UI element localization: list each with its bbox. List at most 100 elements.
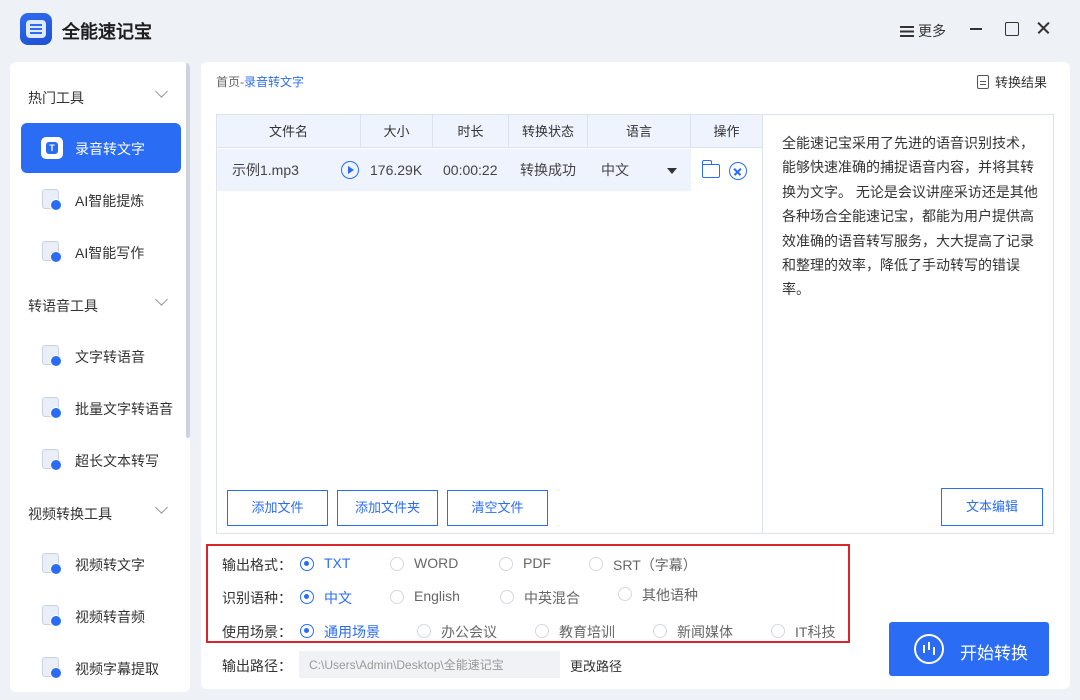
radio-label: 办公会议 [441,624,497,640]
ai-writing-icon [41,241,63,263]
video-text-icon [41,553,63,575]
radio-label: SRT（字幕） [613,557,697,573]
section-hot-tools[interactable]: 热门工具 [10,81,182,111]
radio-label: TXT [324,555,351,571]
more-label: 更多 [918,23,946,39]
chevron-down-icon [155,85,168,98]
sidebar-item-video-to-audio[interactable]: 视频转音频 [21,591,181,641]
sidebar-item-label: 超长文本转写 [75,453,159,469]
radio-label: 中文 [324,590,352,606]
sidebar-item-ai-extract[interactable]: AI智能提炼 [21,175,181,225]
sidebar-item-label: 视频转文字 [75,557,145,573]
description-text: 全能速记宝采用了先进的语音识别技术，能够快速准确的捕捉语音内容，并将其转换为文字… [782,135,1038,298]
table-header: 文件名 大小 时长 转换状态 语言 操作 [217,115,762,148]
change-path-link[interactable]: 更改路径 [570,656,622,675]
breadcrumb-current: 录音转文字 [244,75,305,89]
breadcrumb: 首页-录音转文字 [216,73,304,90]
sidebar-scrollbar[interactable] [186,62,190,438]
scene-label: 使用场景： [222,624,292,640]
radio-label: English [414,588,460,604]
menu-icon [900,25,914,37]
radio-label: 其他语种 [642,587,698,603]
chevron-down-icon [155,501,168,514]
document-icon [977,74,989,89]
sidebar-item-label: 批量文字转语音 [75,401,173,417]
app-logo-icon [20,13,52,45]
scene-row: 使用场景： 通用场景 办公会议 教育培训 新闻媒体 IT科技 [208,618,848,642]
sidebar-item-text-to-speech[interactable]: 文字转语音 [21,331,181,381]
output-format-row: 输出格式： TXT WORD PDF SRT（字幕） [208,551,848,575]
file-status: 转换成功 [520,162,576,178]
column-header-actions: 操作 [713,124,740,139]
sidebar-item-video-to-text[interactable]: 视频转文字 [21,539,181,589]
sidebar-item-audio-to-text[interactable]: 录音转文字 [21,123,181,173]
sidebar-item-batch-tts[interactable]: 批量文字转语音 [21,383,181,433]
file-list: 文件名 大小 时长 转换状态 语言 操作 示例1.mp3 176.29K 00:… [216,114,763,534]
text-edit-button[interactable]: 文本编辑 [941,488,1043,526]
sidebar-item-label: 录音转文字 [75,141,145,157]
file-size: 176.29K [370,162,423,178]
more-button[interactable]: 更多 [900,21,946,41]
file-duration: 00:00:22 [443,162,498,178]
conversion-result-link[interactable]: 转换结果 [977,72,1047,91]
column-header-duration: 时长 [433,115,509,148]
subtitle-extract-icon [41,657,63,679]
radio-label: WORD [414,555,459,571]
section-title: 视频转换工具 [28,506,112,522]
sidebar-item-label: 视频字幕提取 [75,661,159,677]
section-title: 热门工具 [28,90,84,106]
sidebar-item-ai-writing[interactable]: AI智能写作 [21,227,181,277]
description-panel: 全能速记宝采用了先进的语音识别技术，能够快速准确的捕捉语音内容，并将其转换为文字… [762,114,1054,534]
close-button[interactable] [1035,20,1051,36]
sidebar-item-label: 视频转音频 [75,609,145,625]
start-label: 开始转换 [960,644,1028,663]
delete-icon[interactable] [729,162,747,180]
title-bar: 全能速记宝 更多 [0,0,1080,60]
dropdown-arrow-icon[interactable] [667,168,677,174]
audio-text-icon [41,137,63,159]
sidebar-item-label: AI智能提炼 [75,193,145,209]
video-audio-icon [41,605,63,627]
file-name: 示例1.mp3 [232,162,299,178]
radio-label: 教育培训 [559,624,615,640]
sidebar-item-label: AI智能写作 [75,245,145,261]
language-row: 识别语种： 中文 English 中英混合 其他语种 [208,584,848,608]
audio-wave-icon [914,634,944,664]
sidebar-item-subtitle-extract[interactable]: 视频字幕提取 [21,643,181,692]
breadcrumb-home[interactable]: 首页 [216,75,240,89]
section-title: 转语音工具 [28,298,98,314]
long-text-icon [41,449,63,471]
output-format-label: 输出格式： [222,557,292,573]
start-conversion-button[interactable]: 开始转换 [889,622,1049,676]
output-path-field[interactable] [299,651,560,678]
column-header-language: 语言 [588,115,691,148]
ai-extract-icon [41,189,63,211]
conversion-result-label: 转换结果 [995,75,1048,90]
column-header-status: 转换状态 [509,115,588,148]
column-header-filename: 文件名 [217,115,361,148]
sidebar-item-label: 文字转语音 [75,349,145,365]
text-to-speech-icon [41,345,63,367]
batch-tts-icon [41,397,63,419]
sidebar-item-long-text[interactable]: 超长文本转写 [21,435,181,485]
chevron-down-icon [155,293,168,306]
section-video-tools[interactable]: 视频转换工具 [10,497,182,527]
add-folder-button[interactable]: 添加文件夹 [337,490,438,526]
radio-label: 中英混合 [524,590,580,606]
radio-label: PDF [523,555,551,571]
minimize-button[interactable] [968,20,984,36]
maximize-button[interactable] [1003,20,1019,36]
language-select[interactable]: 中文 [601,149,629,191]
play-icon[interactable] [341,161,359,179]
open-folder-icon[interactable] [701,160,720,178]
app-title: 全能速记宝 [62,22,152,42]
language-label: 识别语种： [222,590,292,606]
options-panel: 输出格式： TXT WORD PDF SRT（字幕） 识别语种： 中文 Engl… [206,544,850,643]
radio-label: IT科技 [795,624,836,640]
table-row[interactable]: 示例1.mp3 176.29K 00:00:22 转换成功 中文 [217,149,691,191]
radio-label: 新闻媒体 [677,624,733,640]
add-file-button[interactable]: 添加文件 [227,490,328,526]
radio-label: 通用场景 [324,624,380,640]
section-tts-tools[interactable]: 转语音工具 [10,289,182,319]
clear-files-button[interactable]: 清空文件 [447,490,548,526]
